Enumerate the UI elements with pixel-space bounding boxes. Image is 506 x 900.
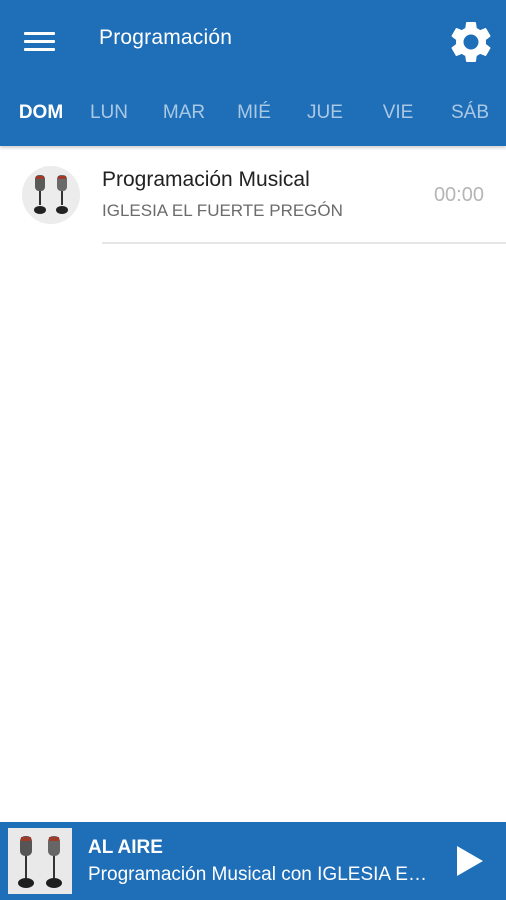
tab-lun[interactable]: LUN bbox=[90, 102, 128, 124]
gear-icon bbox=[451, 21, 491, 62]
day-tabs: DOM LUN MAR MIÉ JUE VIE SÁB bbox=[0, 86, 506, 146]
program-host: IGLESIA EL FUERTE PREGÓN bbox=[102, 201, 343, 220]
menu-button[interactable] bbox=[14, 20, 66, 62]
microphones-icon bbox=[8, 828, 72, 894]
program-avatar bbox=[22, 166, 80, 224]
tab-jue[interactable]: JUE bbox=[307, 102, 343, 124]
microphones-icon bbox=[22, 166, 80, 224]
settings-button[interactable] bbox=[446, 17, 496, 67]
app-bar: Programación DOM LUN MAR MIÉ JUE VIE SÁB bbox=[0, 0, 506, 146]
player-thumbnail bbox=[8, 828, 72, 894]
now-playing-description: Programación Musical con IGLESIA EL FUER… bbox=[88, 864, 428, 885]
page-title: Programación bbox=[99, 26, 233, 49]
program-time: 00:00 bbox=[433, 184, 484, 206]
tab-vie[interactable]: VIE bbox=[383, 102, 414, 124]
tab-mar[interactable]: MAR bbox=[163, 102, 205, 124]
schedule-item[interactable]: Programación Musical IGLESIA EL FUERTE P… bbox=[0, 146, 506, 244]
play-button[interactable] bbox=[446, 838, 492, 884]
tab-mie[interactable]: MIÉ bbox=[237, 102, 271, 124]
program-title: Programación Musical bbox=[102, 168, 310, 191]
now-playing-bar[interactable]: AL AIRE Programación Musical con IGLESIA… bbox=[0, 822, 506, 900]
play-icon bbox=[457, 846, 483, 876]
tab-dom[interactable]: DOM bbox=[19, 102, 63, 124]
on-air-label: AL AIRE bbox=[88, 837, 163, 858]
list-divider bbox=[102, 242, 506, 244]
tab-sab[interactable]: SÁB bbox=[451, 102, 489, 124]
